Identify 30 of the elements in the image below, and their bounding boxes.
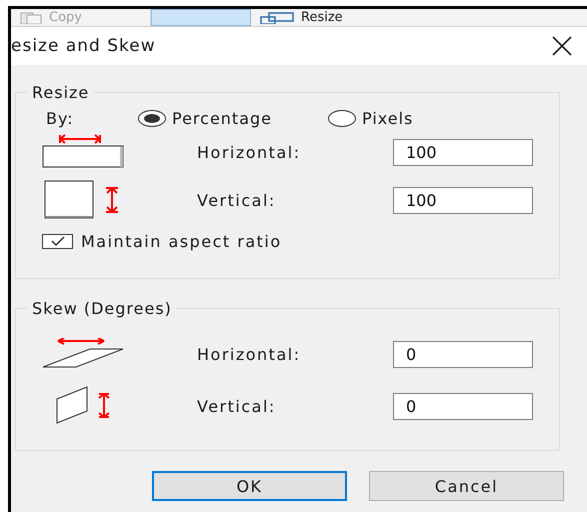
check-icon — [50, 235, 66, 247]
field-label: Horizontal: — [197, 142, 302, 162]
copy-icon — [19, 12, 43, 24]
cancel-button[interactable]: Cancel — [369, 471, 564, 501]
ok-button[interactable]: OK — [152, 471, 347, 501]
checkbox[interactable] — [42, 234, 73, 248]
radio-button[interactable] — [328, 110, 356, 126]
checkbox-label: Maintain aspect ratio — [81, 232, 282, 250]
horizontal-skew-icon — [42, 338, 126, 370]
input-field[interactable]: 0 — [393, 340, 533, 368]
group-title: Skew (Degrees) — [31, 299, 173, 318]
radio-label: Percentage — [172, 108, 272, 128]
by-label: By: — [45, 108, 75, 128]
input-field[interactable]: 0 — [393, 392, 533, 420]
radio-option[interactable]: Percentage — [138, 108, 272, 128]
radio-label: Pixels — [362, 108, 414, 128]
dialog-title: esize and Skew — [11, 36, 156, 56]
checkbox-option[interactable]: Maintain aspect ratio — [42, 226, 559, 256]
radio-option[interactable]: Pixels — [328, 108, 414, 128]
resize-icon — [259, 12, 295, 24]
toolbar-button[interactable]: Resize — [251, 9, 351, 26]
field-label: Horizontal: — [197, 344, 302, 364]
field-label: Vertical: — [197, 396, 277, 416]
field-label: Vertical: — [197, 190, 277, 210]
group-title: Resize — [31, 83, 90, 102]
input-field[interactable]: 100 — [393, 186, 533, 214]
horizontal-resize-icon — [42, 134, 126, 170]
close-icon[interactable] — [551, 35, 573, 57]
input-field[interactable]: 100 — [393, 138, 533, 166]
radio-button[interactable] — [138, 110, 166, 126]
